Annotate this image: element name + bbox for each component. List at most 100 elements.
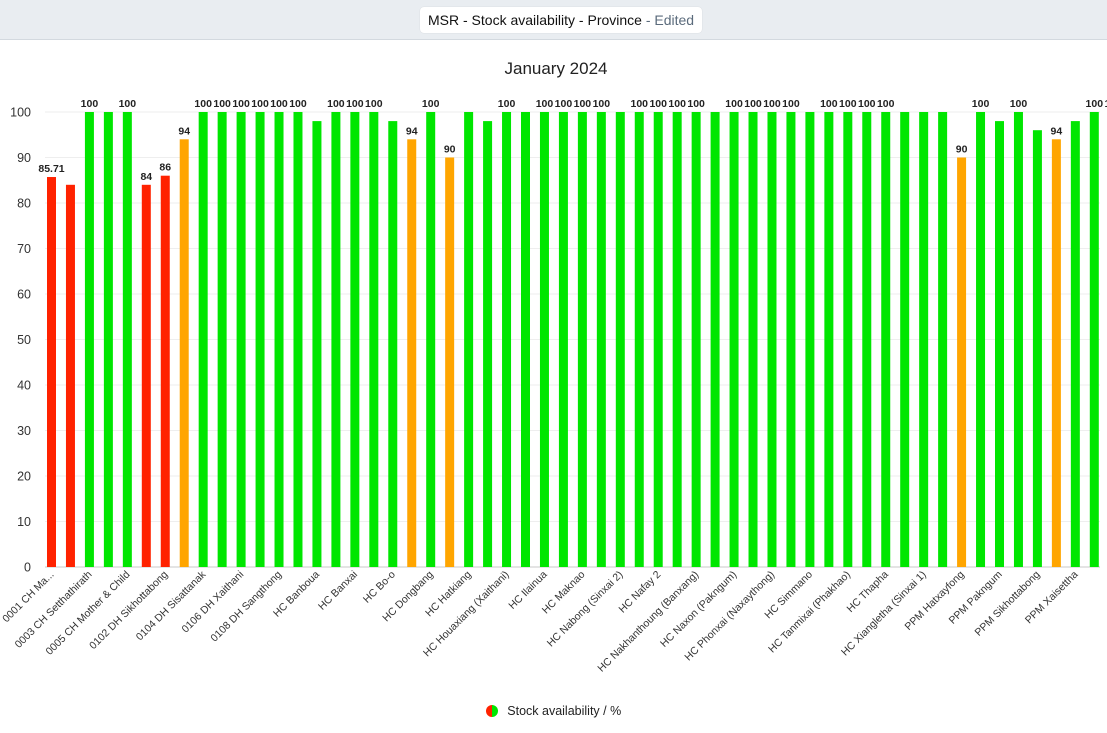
y-tick-label: 70: [17, 242, 31, 256]
data-label: 100: [630, 98, 648, 110]
y-tick-label: 100: [10, 106, 31, 120]
bar[interactable]: [84, 112, 94, 567]
bar[interactable]: [767, 112, 777, 567]
bar[interactable]: [369, 112, 379, 567]
bar[interactable]: [558, 112, 568, 567]
bar[interactable]: [179, 139, 189, 568]
bar[interactable]: [502, 112, 512, 567]
data-label: 100: [668, 98, 686, 110]
legend-swatch-icon: [485, 705, 498, 717]
bar[interactable]: [653, 112, 663, 567]
legend[interactable]: Stock availability / %: [0, 704, 1107, 718]
data-label: 100: [763, 98, 781, 110]
bar[interactable]: [634, 112, 644, 567]
bar[interactable]: [293, 112, 303, 567]
bar[interactable]: [672, 112, 682, 567]
data-label: 100: [422, 98, 440, 110]
bar[interactable]: [331, 112, 341, 567]
x-tick-label: HC Banxai: [316, 569, 360, 613]
bar[interactable]: [426, 112, 436, 567]
bar[interactable]: [862, 112, 872, 567]
bar-chart: January 2024 0 10 20 30 40 50 60 70 80 90 100 85.71 0…: [0, 59, 1107, 675]
bar[interactable]: [141, 184, 151, 568]
bar[interactable]: [407, 139, 417, 568]
data-label: 100: [232, 98, 250, 110]
bar[interactable]: [539, 112, 549, 567]
bar[interactable]: [805, 112, 815, 567]
bar[interactable]: [1070, 121, 1080, 567]
data-label: 100: [327, 98, 345, 110]
bar[interactable]: [881, 112, 891, 567]
x-tick-label: 0104 DH Sisattanak: [134, 568, 209, 643]
bar[interactable]: [957, 157, 967, 568]
dashboard-item-title[interactable]: MSR - Stock availability - Province - Ed…: [420, 7, 703, 33]
data-label: 100: [194, 98, 212, 110]
bar[interactable]: [464, 112, 474, 567]
bar[interactable]: [748, 112, 758, 567]
bar[interactable]: [995, 121, 1004, 567]
bar[interactable]: [65, 184, 75, 568]
bar[interactable]: [198, 112, 208, 567]
chart-title: January 2024: [504, 59, 607, 78]
bar[interactable]: [445, 157, 455, 568]
bar[interactable]: [1013, 112, 1023, 567]
data-label: 100: [119, 98, 137, 110]
bar[interactable]: [824, 112, 834, 567]
data-label: 100: [593, 98, 611, 110]
data-label: 90: [956, 144, 968, 156]
bar[interactable]: [103, 112, 113, 567]
data-label: 100: [346, 98, 364, 110]
bar[interactable]: [938, 112, 948, 567]
bar[interactable]: [710, 112, 720, 567]
bar[interactable]: [1051, 139, 1061, 568]
bar[interactable]: [312, 121, 322, 567]
y-tick-label: 20: [17, 470, 31, 484]
data-label: 100: [81, 98, 99, 110]
bar[interactable]: [615, 112, 625, 567]
bar[interactable]: [47, 177, 56, 567]
bar[interactable]: [691, 112, 701, 567]
x-tick-label: 0108 DH Sangthong: [208, 569, 284, 645]
data-label: 100: [365, 98, 383, 110]
bar[interactable]: [919, 112, 929, 567]
bar[interactable]: [217, 112, 227, 567]
bar[interactable]: [350, 112, 360, 567]
bar[interactable]: [236, 112, 246, 567]
bar[interactable]: [483, 121, 493, 567]
data-label: 94: [1051, 125, 1063, 137]
data-label: 100: [498, 98, 516, 110]
data-label: 100: [877, 98, 895, 110]
legend-label: Stock availability / %: [507, 704, 622, 718]
bar[interactable]: [976, 112, 986, 567]
data-label: 100: [744, 98, 762, 110]
chart-title-text: MSR - Stock availability - Province: [428, 12, 642, 28]
x-tick-label: PPM Sikhottabong: [973, 569, 1043, 639]
data-label: 100: [536, 98, 554, 110]
bar[interactable]: [1032, 130, 1042, 567]
bar[interactable]: [577, 112, 587, 567]
data-label: 100: [1086, 98, 1104, 110]
bar[interactable]: [729, 112, 739, 567]
data-label: 86: [159, 162, 171, 174]
bar[interactable]: [521, 112, 530, 567]
bar[interactable]: [274, 112, 284, 567]
bar[interactable]: [900, 112, 910, 567]
y-tick-label: 0: [24, 561, 31, 575]
data-label: 84: [140, 171, 152, 183]
data-label: 100: [839, 98, 857, 110]
y-tick-label: 30: [17, 424, 31, 438]
data-label: 100: [270, 98, 288, 110]
bar[interactable]: [160, 175, 170, 567]
data-label: 100: [251, 98, 269, 110]
bar[interactable]: [388, 121, 398, 567]
bar[interactable]: [122, 112, 132, 567]
bar[interactable]: [596, 112, 606, 567]
bar[interactable]: [1089, 112, 1099, 567]
data-label: 85.71: [38, 163, 64, 175]
data-label: 100: [858, 98, 876, 110]
bar[interactable]: [255, 112, 265, 567]
edited-status: - Edited: [645, 12, 695, 28]
bar[interactable]: [786, 112, 796, 567]
data-label: 100: [574, 98, 592, 110]
bar[interactable]: [843, 112, 853, 567]
